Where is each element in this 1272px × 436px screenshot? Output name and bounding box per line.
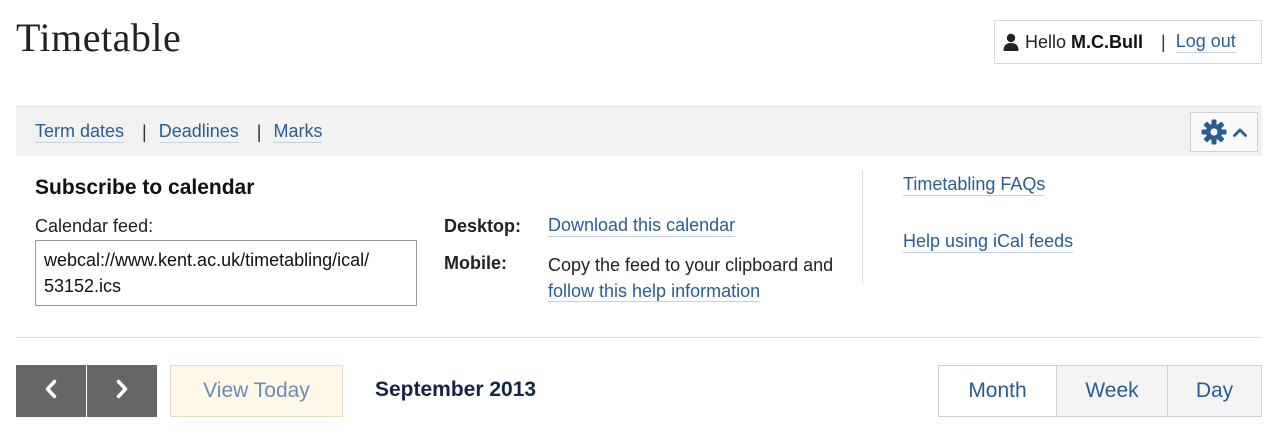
- view-today-button[interactable]: View Today: [170, 365, 343, 417]
- ical-help-link[interactable]: Help using iCal feeds: [903, 231, 1074, 253]
- deadlines-link[interactable]: Deadlines: [158, 121, 239, 143]
- calendar-nav-bar: View Today September 2013 Month Week Day: [16, 365, 1262, 417]
- week-view-button[interactable]: Week: [1056, 366, 1167, 416]
- nav-separator: |: [142, 121, 147, 142]
- mobile-instructions: Copy the feed to your clipboard and foll…: [548, 252, 838, 304]
- toolbar-nav: Term dates | Deadlines | Marks: [35, 121, 323, 143]
- feed-label: Calendar feed:: [35, 216, 154, 236]
- toolbar: Term dates | Deadlines | Marks: [16, 106, 1262, 156]
- panel-divider: [862, 170, 863, 284]
- feed-value-line2: 53152.ics: [44, 276, 122, 296]
- mobile-label: Mobile:: [444, 253, 507, 273]
- chevron-left-icon: [44, 379, 58, 404]
- gear-icon: [1201, 119, 1227, 145]
- user-separator: |: [1161, 31, 1166, 52]
- user-box: Hello M.C.Bull | Log out: [994, 20, 1262, 64]
- current-month-label: September 2013: [375, 378, 537, 401]
- calendar-feed-field[interactable]: webcal://www.kent.ac.uk/timetabling/ical…: [35, 240, 417, 306]
- user-icon: [1003, 33, 1019, 51]
- subscribe-panel: Subscribe to calendar Calendar feed: web…: [16, 156, 1262, 338]
- timetabling-faqs-link[interactable]: Timetabling FAQs: [903, 174, 1046, 196]
- month-view-button[interactable]: Month: [939, 366, 1056, 416]
- logout-link[interactable]: Log out: [1175, 31, 1236, 53]
- marks-link[interactable]: Marks: [273, 121, 323, 143]
- settings-toggle-button[interactable]: [1190, 112, 1258, 152]
- mobile-help-link[interactable]: follow this help information: [548, 281, 761, 302]
- chevron-up-icon: [1233, 127, 1247, 137]
- previous-button[interactable]: [16, 365, 86, 417]
- mobile-text: Copy the feed to your clipboard and: [548, 255, 834, 275]
- chevron-right-icon: [115, 379, 129, 404]
- next-button[interactable]: [87, 365, 157, 417]
- view-switcher: Month Week Day: [938, 365, 1262, 417]
- user-name: M.C.Bull: [1071, 31, 1144, 52]
- download-calendar-link[interactable]: Download this calendar: [548, 215, 736, 237]
- page-title: Timetable: [16, 15, 182, 60]
- day-view-button[interactable]: Day: [1167, 366, 1261, 416]
- feed-value-line1: webcal://www.kent.ac.uk/timetabling/ical…: [44, 250, 370, 270]
- nav-separator: |: [256, 121, 262, 142]
- subscribe-title: Subscribe to calendar: [35, 176, 255, 199]
- term-dates-link[interactable]: Term dates: [35, 121, 125, 143]
- greeting-text: Hello: [1025, 31, 1067, 52]
- desktop-label: Desktop:: [444, 216, 522, 236]
